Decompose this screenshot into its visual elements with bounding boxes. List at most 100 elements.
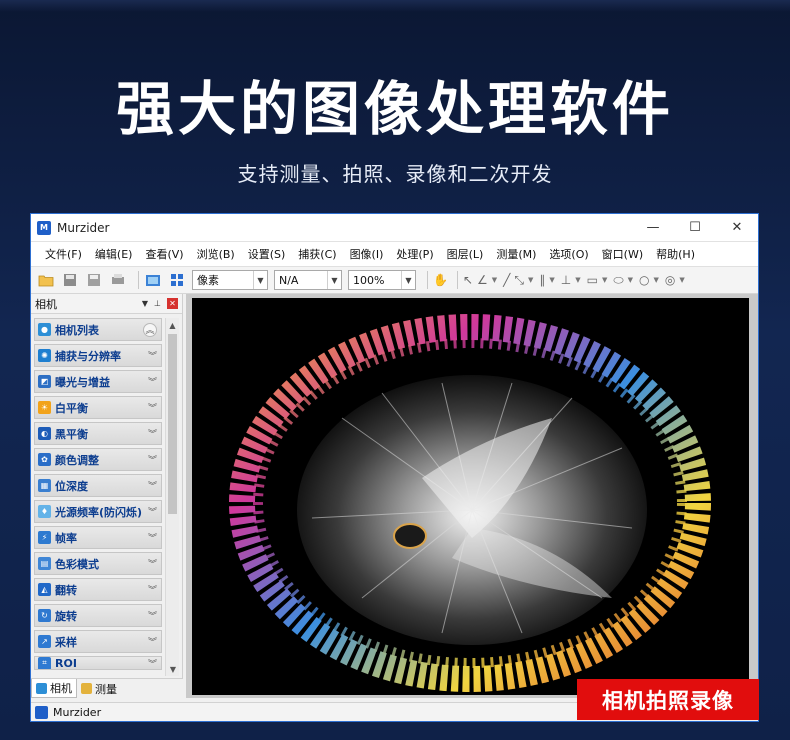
tab-measure[interactable]: 测量: [77, 679, 121, 698]
app-window: M Murzider — ☐ ✕ 文件(F) 编辑(E) 查看(V) 浏览(B)…: [30, 213, 759, 722]
panel-item-camera-list[interactable]: ● 相机列表 ︽: [34, 318, 162, 341]
bit-depth-icon: ▦: [38, 479, 51, 492]
sun-icon: ☀: [38, 401, 51, 414]
aperture-icon: ✺: [38, 349, 51, 362]
value-select[interactable]: N/A ▼: [274, 270, 342, 290]
zoom-select-value: 100%: [353, 273, 385, 287]
panel-item-rotate[interactable]: ↻ 旋转 ︾: [34, 604, 162, 627]
arbitrary-line-icon[interactable]: ⤡: [514, 273, 524, 288]
menu-browse[interactable]: 浏览(B): [197, 246, 235, 262]
menu-layer[interactable]: 图层(L): [447, 246, 484, 262]
menu-measure[interactable]: 测量(M): [496, 246, 536, 262]
measure-tab-icon: [81, 683, 92, 694]
print-icon[interactable]: [109, 271, 127, 289]
angle-icon[interactable]: ∠: [477, 273, 488, 287]
scroll-down-icon[interactable]: ▼: [166, 662, 180, 676]
line-dropdown-icon[interactable]: ▼: [528, 276, 533, 284]
perpendicular-icon[interactable]: ⊥: [561, 273, 571, 287]
concentric-dropdown-icon[interactable]: ▼: [679, 276, 684, 284]
circle-dropdown-icon[interactable]: ▼: [654, 276, 659, 284]
image-viewport[interactable]: [186, 294, 758, 698]
perpendicular-dropdown-icon[interactable]: ▼: [575, 276, 580, 284]
menu-image[interactable]: 图像(I): [350, 246, 384, 262]
open-folder-icon[interactable]: [37, 271, 55, 289]
expand-icon[interactable]: ︾: [148, 635, 157, 648]
panel-dropdown-icon[interactable]: ▼: [142, 299, 148, 308]
panel-scrollbar[interactable]: ▲ ▼: [165, 318, 179, 676]
scroll-up-icon[interactable]: ▲: [166, 318, 179, 332]
menu-settings[interactable]: 设置(S): [248, 246, 286, 262]
panel-item-color-adjust[interactable]: ✿ 颜色调整 ︾: [34, 448, 162, 471]
panel-close-icon[interactable]: ✕: [167, 298, 178, 309]
expand-icon[interactable]: ︾: [148, 349, 157, 362]
panel-item-light-frequency[interactable]: ♦ 光源频率(防闪烁) ︾: [34, 500, 162, 523]
minimize-button[interactable]: —: [632, 214, 674, 242]
expand-icon[interactable]: ︾: [148, 427, 157, 440]
expand-icon[interactable]: ︾: [148, 453, 157, 466]
circle-icon[interactable]: ○: [639, 273, 649, 287]
ellipse-icon[interactable]: ⬭: [613, 273, 623, 288]
browse-icon[interactable]: [144, 271, 162, 289]
panel-item-bit-depth[interactable]: ▦ 位深度 ︾: [34, 474, 162, 497]
zoom-select[interactable]: 100% ▼: [348, 270, 416, 290]
expand-icon[interactable]: ︾: [148, 401, 157, 414]
expand-icon[interactable]: ︾: [148, 657, 157, 670]
menu-bar: 文件(F) 编辑(E) 查看(V) 浏览(B) 设置(S) 捕获(C) 图像(I…: [31, 242, 758, 266]
menu-options[interactable]: 选项(O): [549, 246, 588, 262]
expand-icon[interactable]: ︾: [148, 609, 157, 622]
tab-label: 测量: [95, 682, 117, 696]
panel-item-roi[interactable]: ⌗ ROI ︾: [34, 656, 162, 670]
menu-file[interactable]: 文件(F): [45, 246, 82, 262]
panel-item-capture[interactable]: ✺ 捕获与分辨率 ︾: [34, 344, 162, 367]
bulb-icon: ♦: [38, 505, 51, 518]
menu-process[interactable]: 处理(P): [396, 246, 433, 262]
expand-icon[interactable]: ︾: [148, 557, 157, 570]
hand-icon[interactable]: ✋: [433, 273, 448, 287]
menu-capture[interactable]: 捕获(C): [298, 246, 336, 262]
rectangle-icon[interactable]: ▭: [587, 273, 598, 287]
color-mode-icon: ▤: [38, 557, 51, 570]
collapse-icon[interactable]: ︽: [143, 322, 157, 337]
line-icon[interactable]: ╱: [503, 273, 510, 287]
expand-icon[interactable]: ︾: [148, 531, 157, 544]
menu-help[interactable]: 帮助(H): [656, 246, 695, 262]
toolbar-separator: [427, 271, 428, 289]
concentric-circle-icon[interactable]: ◎: [665, 273, 675, 287]
pointer-icon[interactable]: ↖: [463, 273, 473, 287]
panel-item-frame-rate[interactable]: ⚡ 帧率 ︾: [34, 526, 162, 549]
expand-icon[interactable]: ︾: [148, 375, 157, 388]
panel-item-white-balance[interactable]: ☀ 白平衡 ︾: [34, 396, 162, 419]
menu-window[interactable]: 窗口(W): [602, 246, 643, 262]
rectangle-dropdown-icon[interactable]: ▼: [602, 276, 607, 284]
flip-icon: ◭: [38, 583, 51, 596]
menu-view[interactable]: 查看(V): [145, 246, 183, 262]
close-button[interactable]: ✕: [716, 214, 758, 242]
parallel-icon[interactable]: ∥: [539, 273, 545, 287]
maximize-button[interactable]: ☐: [674, 214, 716, 242]
panel-item-black-balance[interactable]: ◐ 黑平衡 ︾: [34, 422, 162, 445]
menu-edit[interactable]: 编辑(E): [95, 246, 133, 262]
save-icon[interactable]: [61, 271, 79, 289]
ellipse-dropdown-icon[interactable]: ▼: [628, 276, 633, 284]
angle-dropdown-icon[interactable]: ▼: [492, 276, 497, 284]
palette-icon: ✿: [38, 453, 51, 466]
pin-icon[interactable]: ⊥: [154, 299, 161, 308]
unit-select[interactable]: 像素 ▼: [192, 270, 268, 290]
panel-item-flip[interactable]: ◭ 翻转 ︾: [34, 578, 162, 601]
grid-view-icon[interactable]: [168, 271, 186, 289]
parallel-dropdown-icon[interactable]: ▼: [549, 276, 554, 284]
scroll-thumb[interactable]: [168, 334, 177, 514]
panel-item-label: 帧率: [55, 531, 77, 545]
panel-item-sampling[interactable]: ↗ 采样 ︾: [34, 630, 162, 653]
toolbar-separator: [456, 271, 458, 289]
expand-icon[interactable]: ︾: [148, 505, 157, 518]
roi-icon: ⌗: [38, 657, 51, 669]
panel-item-exposure[interactable]: ◩ 曝光与增益 ︾: [34, 370, 162, 393]
save-as-icon[interactable]: [85, 271, 103, 289]
panel-item-color-mode[interactable]: ▤ 色彩模式 ︾: [34, 552, 162, 575]
tab-camera[interactable]: 相机: [31, 679, 77, 698]
exposure-icon: ◩: [38, 375, 51, 388]
expand-icon[interactable]: ︾: [148, 479, 157, 492]
hero-subtitle: 支持测量、拍照、录像和二次开发: [237, 162, 553, 186]
expand-icon[interactable]: ︾: [148, 583, 157, 596]
